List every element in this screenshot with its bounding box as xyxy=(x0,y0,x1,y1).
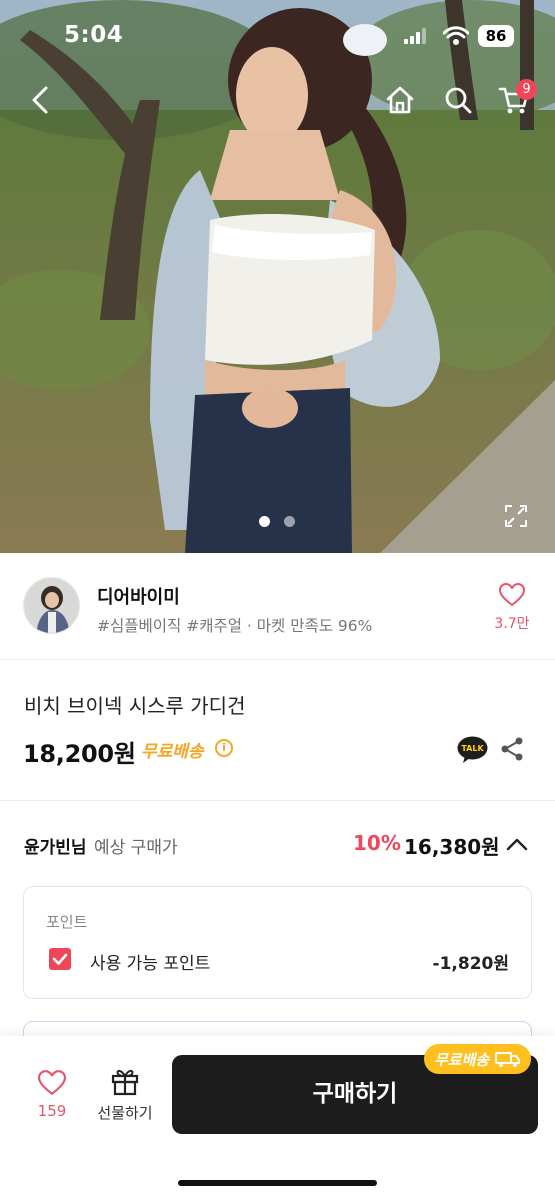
home-icon xyxy=(386,86,414,114)
seller-like-count: 3.7만 xyxy=(494,616,530,632)
points-checkbox[interactable] xyxy=(49,948,71,970)
seller-avatar-image xyxy=(24,578,79,633)
available-points-label[interactable]: 사용 가능 포인트 xyxy=(90,949,210,974)
points-heading: 포인트 xyxy=(46,913,88,931)
fullscreen-icon[interactable] xyxy=(502,502,530,530)
seller-name[interactable]: 디어바이미 xyxy=(97,583,180,609)
expected-price-label: 예상 구매가 xyxy=(94,838,178,858)
back-button[interactable] xyxy=(20,80,60,120)
wishlist-button[interactable]: 159 xyxy=(28,1070,76,1120)
cellular-signal-icon xyxy=(404,28,426,44)
status-time: 5:04 xyxy=(64,22,124,48)
product-title: 비치 브이넥 시스루 가디건 xyxy=(24,694,246,718)
info-icon[interactable]: i xyxy=(215,739,233,757)
chevron-left-icon xyxy=(32,86,48,114)
points-box: 포인트 사용 가능 포인트 -1,820원 xyxy=(23,886,532,999)
pagination-dot-active[interactable] xyxy=(259,516,270,527)
product-image-gallery[interactable]: 5:04 86 9 xyxy=(0,0,555,553)
free-shipping-badge: 무료배송 xyxy=(424,1044,532,1074)
heart-outline-icon xyxy=(499,583,525,606)
status-bar: 5:04 86 xyxy=(0,0,555,80)
member-price-section: 윤가빈님 예상 구매가 10% 16,380원 포인트 사용 가능 포인트 -1… xyxy=(0,801,555,1061)
wifi-icon xyxy=(443,26,469,45)
gift-button[interactable]: 선물하기 xyxy=(92,1066,158,1123)
wishlist-count: 159 xyxy=(37,1102,67,1120)
cart-count-badge: 9 xyxy=(516,79,537,100)
kakaotalk-share-button[interactable]: TALK xyxy=(457,736,488,764)
discount-rate: 10% xyxy=(353,831,401,855)
seller-like-button[interactable]: 3.7만 xyxy=(490,583,534,633)
seller-avatar[interactable] xyxy=(23,577,80,634)
product-info: 비치 브이넥 시스루 가디건 18,200원 무료배송 i TALK xyxy=(0,660,555,801)
home-button[interactable] xyxy=(380,80,420,120)
seller-tags: #심플베이직 #캐주얼 · 마켓 만족도 96% xyxy=(97,617,373,635)
pagination-dot[interactable] xyxy=(284,516,295,527)
talk-icon-label: TALK xyxy=(461,744,484,753)
truck-icon xyxy=(495,1052,521,1067)
member-username: 윤가빈님 xyxy=(24,838,87,858)
product-price: 18,200원 xyxy=(23,740,136,768)
gallery-pagination xyxy=(259,516,295,527)
chevron-up-icon[interactable] xyxy=(505,834,529,854)
heart-outline-icon xyxy=(38,1070,66,1095)
search-icon xyxy=(445,87,472,114)
free-shipping-badge-label: 무료배송 xyxy=(434,1050,490,1069)
available-points-value: -1,820원 xyxy=(432,954,509,974)
seller-section[interactable]: 디어바이미 #심플베이직 #캐주얼 · 마켓 만족도 96% 3.7만 xyxy=(0,553,555,660)
gift-icon xyxy=(111,1069,139,1096)
home-indicator xyxy=(178,1180,377,1186)
battery-indicator: 86 xyxy=(478,25,514,47)
bottom-action-bar: 159 선물하기 구매하기 무료배송 xyxy=(0,1036,555,1200)
share-icon[interactable] xyxy=(499,736,525,762)
checkmark-icon xyxy=(52,953,68,965)
free-shipping-label: 무료배송 xyxy=(141,742,204,762)
search-button[interactable] xyxy=(438,80,478,120)
gift-label: 선물하기 xyxy=(97,1104,153,1122)
expected-price: 16,380원 xyxy=(404,835,500,859)
